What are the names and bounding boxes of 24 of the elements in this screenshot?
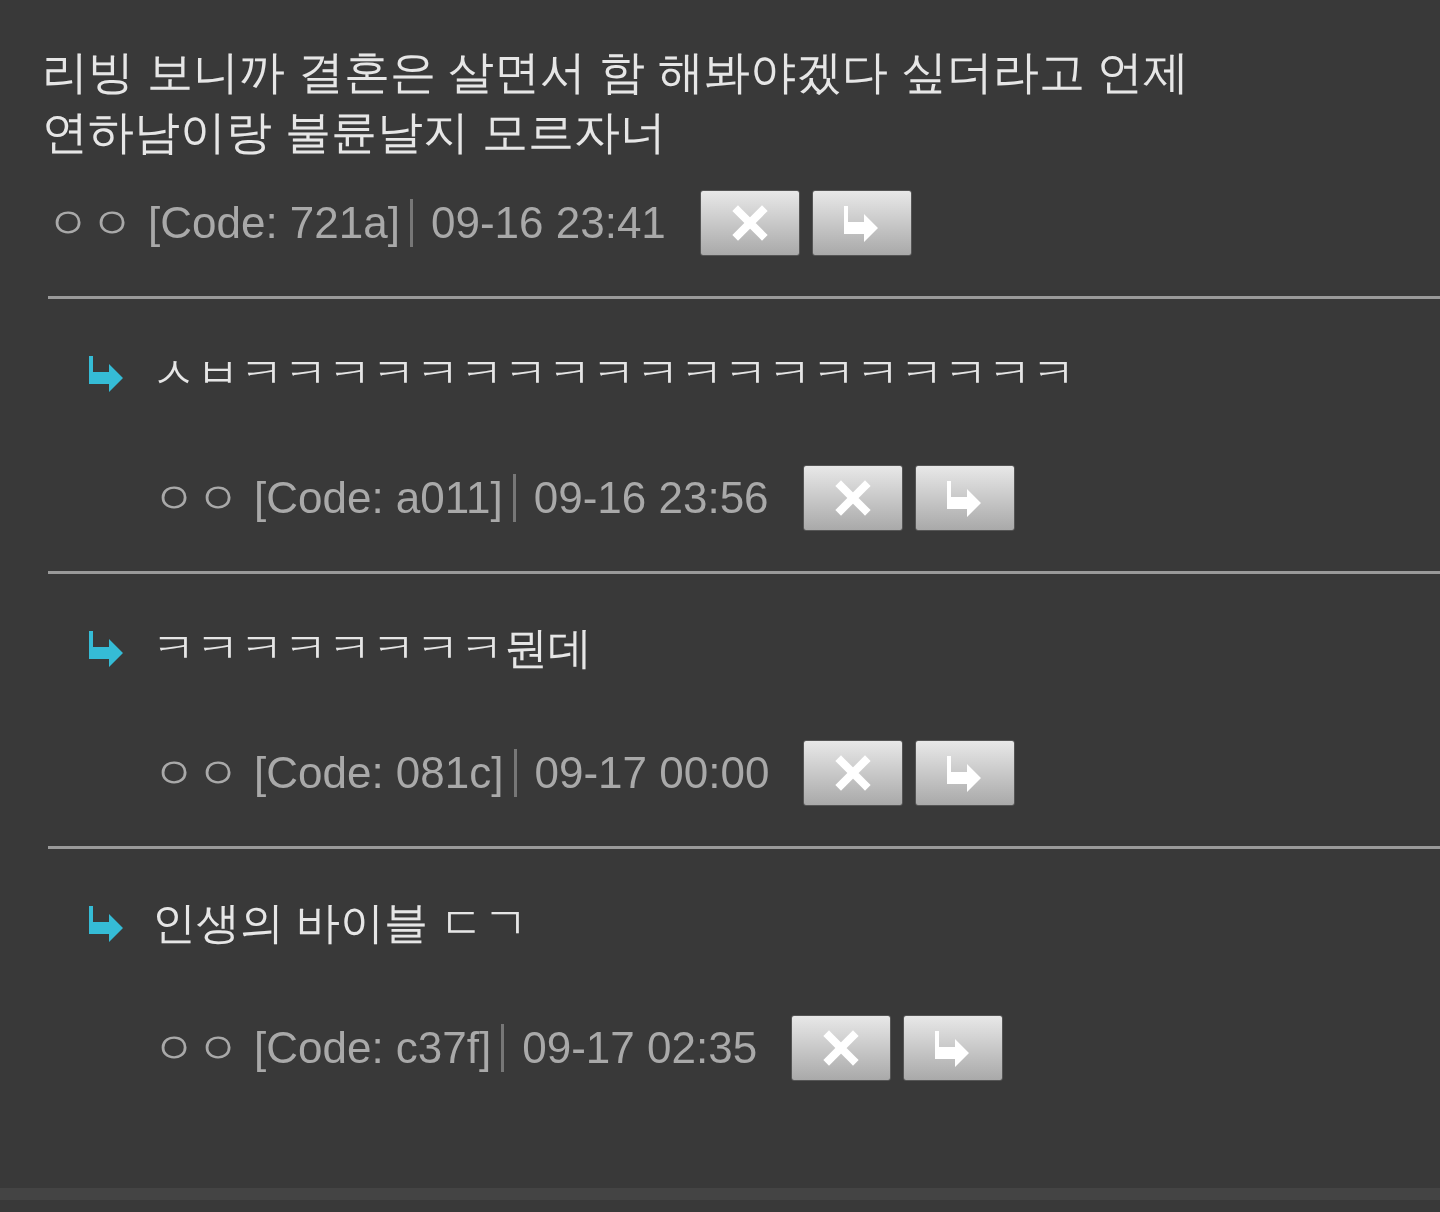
author-name: ㅇㅇ — [152, 747, 240, 799]
reply-button[interactable] — [915, 740, 1016, 806]
timestamp: 09-17 02:35 — [522, 1022, 758, 1074]
delete-button[interactable] — [791, 1015, 892, 1081]
code-label: [Code: c37f] — [254, 1022, 492, 1074]
timestamp: 09-16 23:56 — [533, 472, 769, 524]
code-label: [Code: 721a] — [148, 197, 400, 249]
reply-text: ㅅㅂㅋㅋㅋㅋㅋㅋㅋㅋㅋㅋㅋㅋㅋㅋㅋㅋㅋㅋㅋ — [152, 347, 1076, 399]
author-name: ㅇㅇ — [152, 1022, 240, 1074]
code-label: [Code: 081c] — [254, 747, 504, 799]
code-label: [Code: a011] — [254, 472, 503, 524]
reply-text: 인생의 바이블 ㄷㄱ — [152, 897, 529, 949]
delete-button[interactable] — [803, 740, 904, 806]
reply-button[interactable] — [903, 1015, 1004, 1081]
author-name: ㅇㅇ — [152, 472, 240, 524]
reply-text: ㅋㅋㅋㅋㅋㅋㅋㅋ뭔데 — [152, 622, 592, 674]
post-text: 리빙 보니까 결혼은 살면서 함 해봐야겠다 싶더라고 언제 연하남이랑 불륜날지 모르자너 — [41, 45, 1191, 160]
timestamp: 09-16 23:41 — [430, 197, 666, 249]
reply-button[interactable] — [811, 190, 912, 256]
delete-button[interactable] — [802, 465, 903, 531]
delete-button[interactable] — [699, 190, 800, 256]
timestamp: 09-17 00:00 — [534, 747, 770, 799]
reply-button[interactable] — [914, 465, 1015, 531]
author-name: ㅇㅇ — [46, 197, 134, 249]
